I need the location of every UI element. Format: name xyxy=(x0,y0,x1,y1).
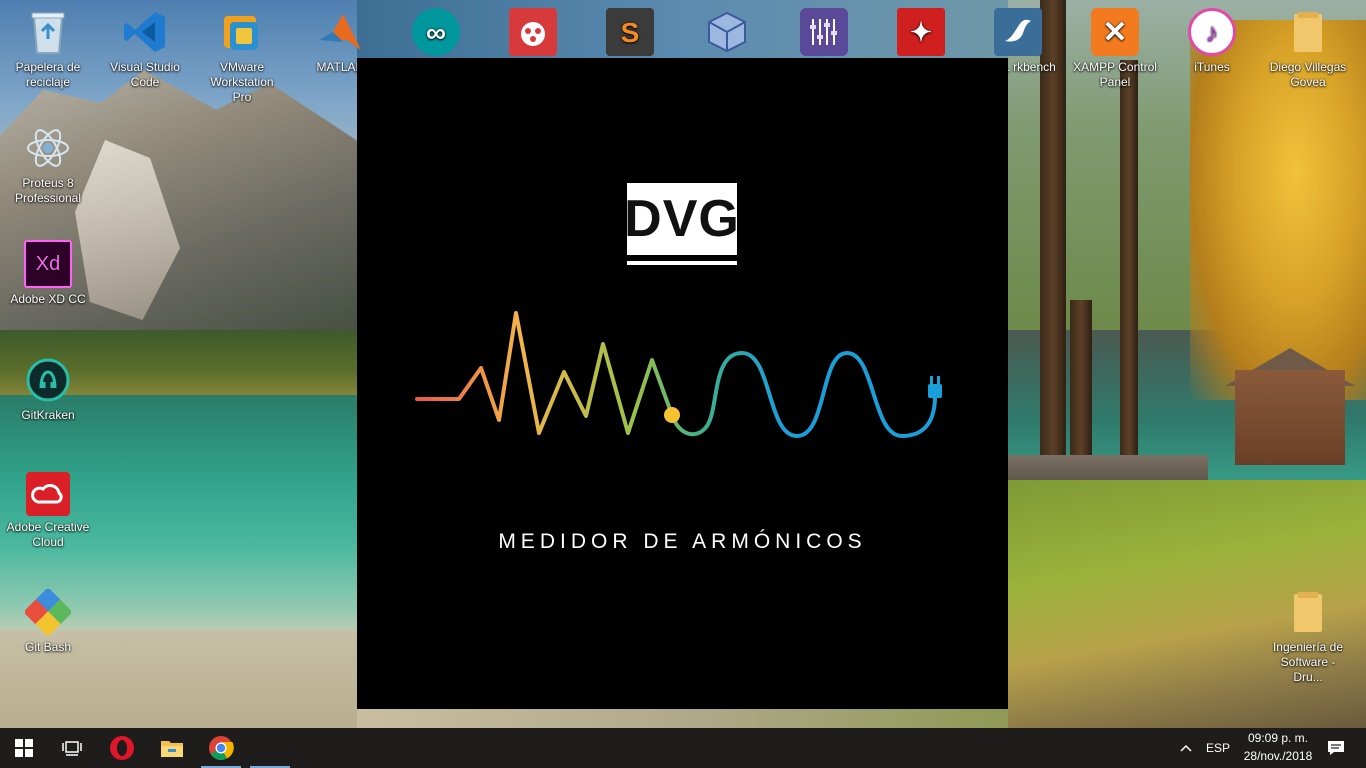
taskbar-chrome[interactable] xyxy=(197,728,245,768)
icon-label: iTunes xyxy=(1194,60,1230,74)
desktop-icon-acrobat[interactable]: ✦ xyxy=(879,8,963,60)
task-view-icon xyxy=(62,741,82,756)
desktop-icon-proteus[interactable]: Proteus 8 Professional xyxy=(6,124,90,206)
recycle-bin-icon xyxy=(24,8,72,56)
app-red-icon xyxy=(509,8,557,56)
icon-label: Proteus 8 Professional xyxy=(14,176,82,205)
windows-start-icon xyxy=(15,739,33,757)
itunes-icon: ♪ xyxy=(1188,8,1236,56)
chevron-up-icon xyxy=(1180,744,1192,752)
clock-time[interactable]: 09:09 p. m. xyxy=(1238,731,1318,745)
taskbar-opera[interactable] xyxy=(98,728,146,768)
desktop-icon-gitkraken[interactable]: GitKraken xyxy=(6,356,90,423)
desktop-icon-itunes[interactable]: ♪ iTunes xyxy=(1170,8,1254,75)
wallpaper-ground-strip xyxy=(357,708,1008,728)
notifications-icon xyxy=(1328,741,1344,755)
wallpaper-cabin xyxy=(1235,370,1345,465)
desktop-icon-vscode[interactable]: Visual Studio Code xyxy=(103,8,187,90)
desktop-icon-virtualbox[interactable] xyxy=(685,8,769,60)
action-center-button[interactable] xyxy=(1316,728,1356,768)
xampp-icon: ✕ xyxy=(1091,8,1139,56)
mysql-workbench-icon xyxy=(994,8,1042,56)
gitkraken-icon xyxy=(24,356,72,404)
taskbar: ESP 09:09 p. m. 28/nov./2018 xyxy=(0,728,1366,768)
desktop-icon-vmware[interactable]: VMware Workstation Pro xyxy=(200,8,284,105)
adobe-xd-icon: Xd xyxy=(24,240,72,288)
sublime-text-icon: S xyxy=(606,8,654,56)
folder-icon xyxy=(1284,588,1332,636)
task-view-button[interactable] xyxy=(48,728,96,768)
mixer-app-icon xyxy=(800,8,848,56)
arduino-icon: ∞ xyxy=(412,8,460,56)
icon-label: VMware Workstation Pro xyxy=(210,60,274,104)
desktop-icon-adobe-xd[interactable]: Xd Adobe XD CC xyxy=(6,240,90,307)
icon-label: XAMPP Control Panel xyxy=(1073,60,1157,89)
show-hidden-icons-button[interactable] xyxy=(1166,728,1206,768)
taskbar-file-explorer[interactable] xyxy=(148,728,196,768)
dvg-logo: DVG xyxy=(624,183,740,255)
plug-icon xyxy=(928,376,942,398)
chrome-icon xyxy=(209,736,234,761)
git-bash-icon xyxy=(24,588,72,636)
desktop-icon-arduino[interactable]: ∞ xyxy=(394,8,478,60)
icon-label: Papelera de reciclaje xyxy=(15,60,81,89)
start-button[interactable] xyxy=(0,728,48,768)
icon-label: GitKraken xyxy=(21,408,75,422)
app-title: MEDIDOR DE ARMÓNICOS xyxy=(498,530,867,553)
harmonic-wave-graphic xyxy=(415,311,942,438)
logo-text: DVG xyxy=(624,190,740,248)
matlab-icon xyxy=(316,8,364,56)
desktop-icon-creative-cloud[interactable]: Adobe Creative Cloud xyxy=(6,472,90,550)
language-indicator[interactable]: ESP xyxy=(1206,741,1230,755)
proteus-icon xyxy=(24,124,72,172)
wave-dot xyxy=(664,407,680,423)
user-folder-icon xyxy=(1284,8,1332,56)
icon-label: Adobe XD CC xyxy=(10,292,86,306)
acrobat-icon: ✦ xyxy=(897,8,945,56)
vscode-icon xyxy=(121,8,169,56)
desktop-icon-sublime[interactable]: S xyxy=(588,8,672,60)
icon-label: Visual Studio Code xyxy=(110,60,180,89)
icon-label: Git Bash xyxy=(24,640,72,654)
opera-icon xyxy=(110,736,134,760)
desktop-icon-mixer[interactable] xyxy=(782,8,866,60)
desktop-icon-folder-ingenieria[interactable]: Ingeniería de Software - Dru... xyxy=(1266,588,1350,685)
app-splash-window: DVG MEDIDOR DE ARMÓNICOS xyxy=(357,58,1008,709)
clock-date[interactable]: 28/nov./2018 xyxy=(1234,749,1322,763)
desktop-icon-red-app[interactable] xyxy=(491,8,575,60)
desktop-icon-recycle-bin[interactable]: Papelera de reciclaje xyxy=(6,8,90,90)
desktop-icon-git-bash[interactable]: Git Bash xyxy=(6,588,90,655)
desktop-icon-user-folder[interactable]: Diego Villegas Govea xyxy=(1266,8,1350,90)
vmware-icon xyxy=(218,8,266,56)
icon-label: Adobe Creative Cloud xyxy=(6,520,90,549)
virtualbox-icon xyxy=(703,8,751,56)
icon-label: Diego Villegas Govea xyxy=(1269,60,1347,89)
icon-label: Ingeniería de Software - Dru... xyxy=(1272,640,1344,684)
creative-cloud-icon xyxy=(26,472,70,516)
file-explorer-icon xyxy=(161,741,183,757)
logo-underline xyxy=(627,261,737,265)
desktop-icon-xampp[interactable]: ✕ XAMPP Control Panel xyxy=(1073,8,1157,90)
